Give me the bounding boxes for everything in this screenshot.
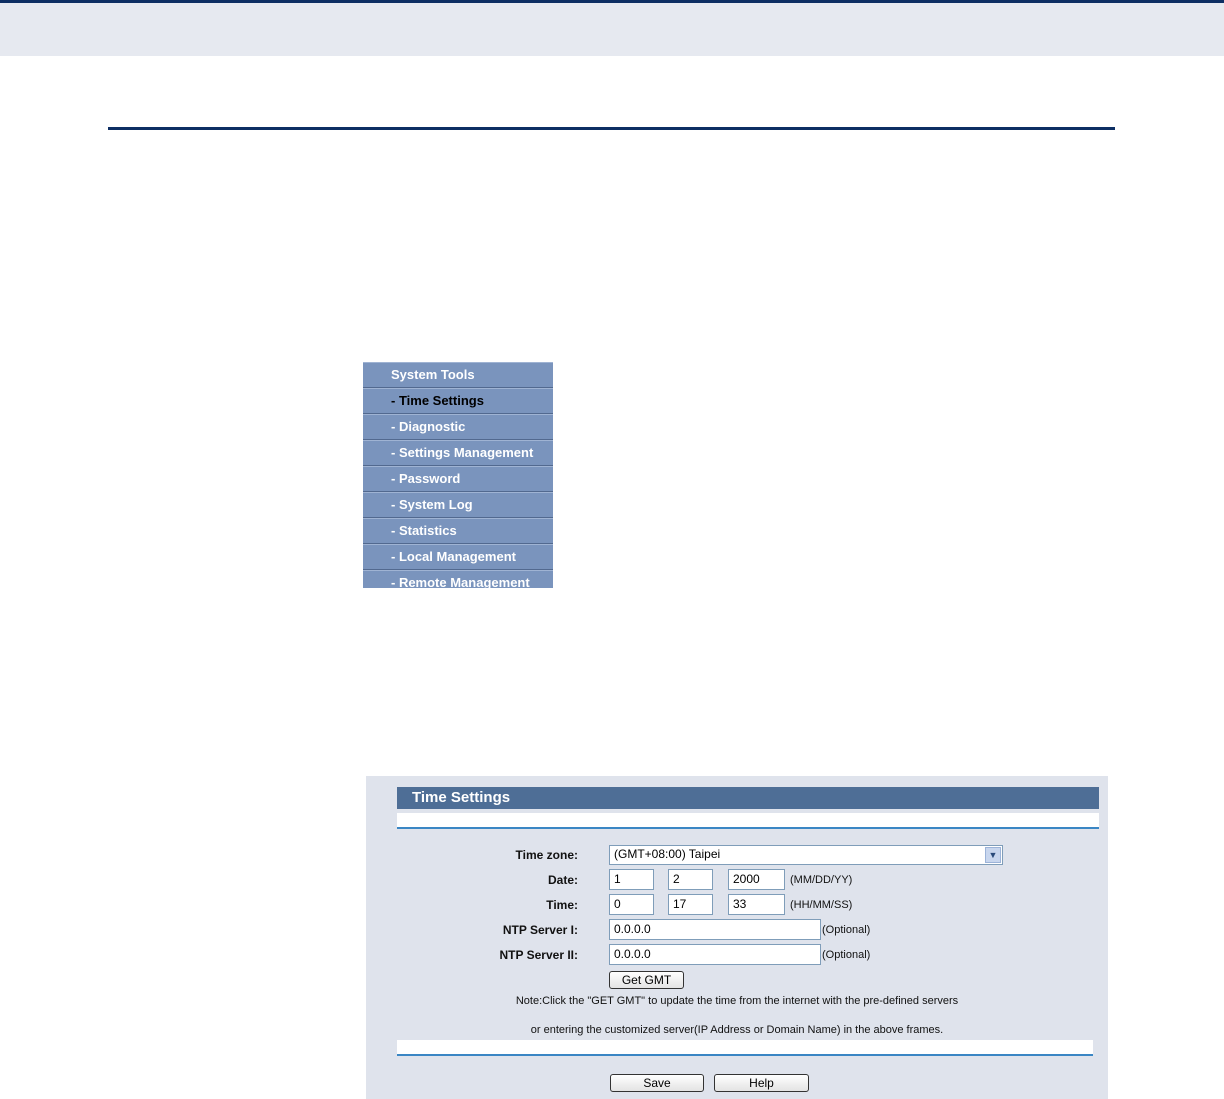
date-month-input[interactable]: 1 bbox=[609, 869, 654, 890]
menu-item-password[interactable]: - Password bbox=[363, 466, 553, 492]
ntp-server-1-input[interactable]: 0.0.0.0 bbox=[609, 919, 821, 940]
menu-item-settings-management[interactable]: - Settings Management bbox=[363, 440, 553, 466]
time-label: Time: bbox=[546, 898, 578, 912]
note-line-2: or entering the customized server(IP Add… bbox=[530, 1024, 944, 1036]
chevron-down-icon[interactable]: ▼ bbox=[985, 847, 1001, 863]
time-hour-input[interactable]: 0 bbox=[609, 894, 654, 915]
menu-header-system-tools[interactable]: System Tools bbox=[363, 362, 553, 388]
get-gmt-button[interactable]: Get GMT bbox=[609, 971, 684, 989]
time-second-input[interactable]: 33 bbox=[728, 894, 785, 915]
date-label: Date: bbox=[547, 873, 578, 887]
time-settings-panel: Time Settings Time zone: (GMT+08:00) Tai… bbox=[366, 776, 1108, 1099]
panel-top-band bbox=[397, 813, 1099, 829]
save-button[interactable]: Save bbox=[610, 1074, 704, 1092]
ntp-server-2-hint: (Optional) bbox=[822, 949, 871, 961]
ntp-server-1-hint: (Optional) bbox=[822, 924, 871, 936]
menu-item-time-settings[interactable]: - Time Settings bbox=[363, 388, 553, 414]
timezone-value: (GMT+08:00) Taipei bbox=[614, 847, 721, 861]
menu-item-statistics[interactable]: - Statistics bbox=[363, 518, 553, 544]
help-button[interactable]: Help bbox=[714, 1074, 809, 1092]
top-header-band bbox=[0, 0, 1224, 56]
panel-bottom-band bbox=[397, 1040, 1093, 1056]
menu-item-diagnostic[interactable]: - Diagnostic bbox=[363, 414, 553, 440]
header-rule bbox=[108, 127, 1115, 130]
ntp-server-1-label: NTP Server I: bbox=[502, 923, 578, 937]
date-format-hint: (MM/DD/YY) bbox=[790, 874, 853, 886]
ntp-server-2-input[interactable]: 0.0.0.0 bbox=[609, 944, 821, 965]
time-format-hint: (HH/MM/SS) bbox=[790, 899, 853, 911]
date-year-input[interactable]: 2000 bbox=[728, 869, 785, 890]
note-line-1: Note:Click the "GET GMT" to update the t… bbox=[515, 995, 959, 1007]
menu-item-local-management[interactable]: - Local Management bbox=[363, 544, 553, 570]
timezone-select[interactable]: (GMT+08:00) Taipei ▼ bbox=[609, 845, 1003, 865]
system-tools-menu: System Tools - Time Settings - Diagnosti… bbox=[363, 362, 553, 588]
date-day-input[interactable]: 2 bbox=[668, 869, 713, 890]
time-minute-input[interactable]: 17 bbox=[668, 894, 713, 915]
panel-title: Time Settings bbox=[397, 787, 1099, 809]
ntp-server-2-label: NTP Server II: bbox=[499, 948, 578, 962]
timezone-label: Time zone: bbox=[515, 848, 578, 862]
menu-item-system-log[interactable]: - System Log bbox=[363, 492, 553, 518]
menu-item-remote-management[interactable]: - Remote Management bbox=[363, 570, 553, 588]
